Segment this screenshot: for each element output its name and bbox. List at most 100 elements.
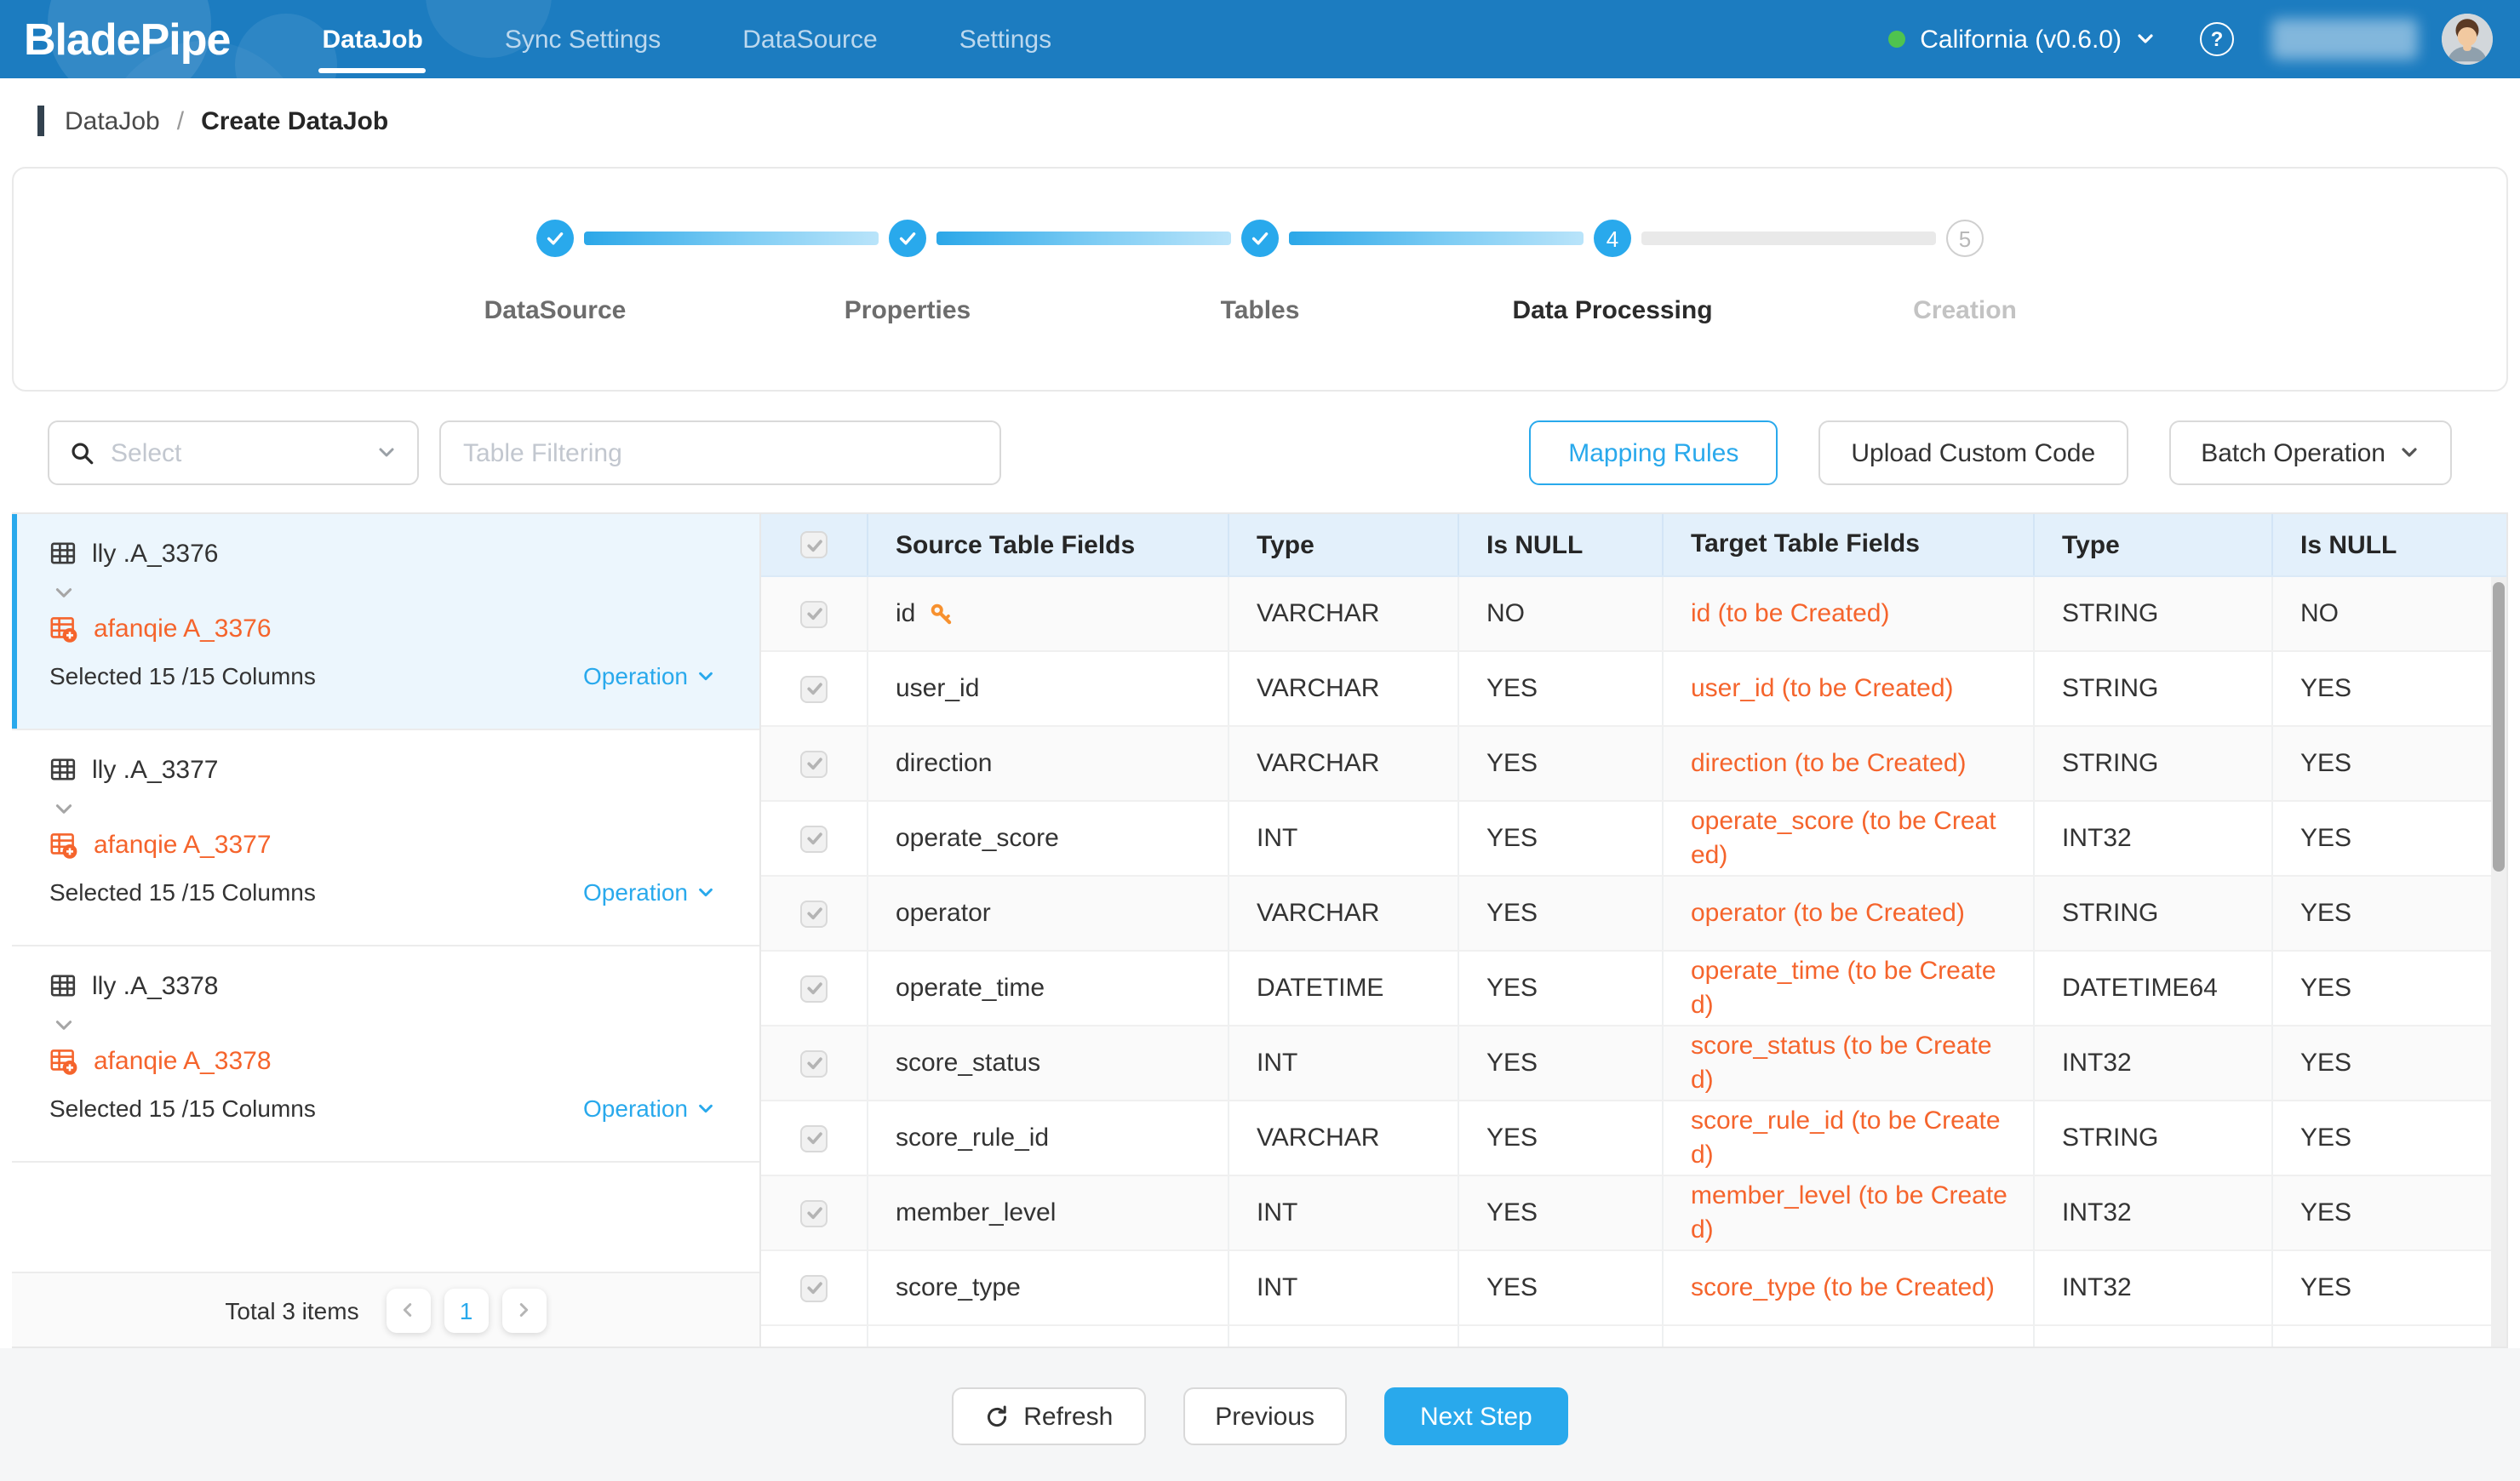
target-field-name: operate_time (to be Created): [1662, 952, 2033, 1025]
pagination: Total 3 items 1: [12, 1272, 759, 1347]
target-field-type: STRING: [2033, 652, 2271, 725]
row-checkbox[interactable]: [800, 1124, 828, 1152]
source-field-name: direction: [896, 749, 992, 778]
stepper-step: 4 Data Processing: [1436, 203, 1789, 359]
source-table-name: lly .A_3377: [92, 755, 218, 784]
row-checkbox[interactable]: [800, 675, 828, 702]
prev-page-button[interactable]: [387, 1288, 431, 1332]
search-icon: [70, 440, 95, 466]
clipped-row: [761, 1326, 2506, 1347]
nav-tab[interactable]: DataSource: [739, 0, 880, 78]
chevron-down-icon: [696, 1099, 715, 1118]
nav-tab[interactable]: DataJob: [318, 0, 426, 78]
nav-tab[interactable]: Sync Settings: [501, 0, 664, 78]
source-is-null: YES: [1458, 1251, 1662, 1324]
source-field-type: INT: [1228, 1026, 1458, 1100]
refresh-icon: [984, 1404, 1010, 1429]
source-field-name: score_status: [896, 1049, 1040, 1078]
stepper: DataSource Properties: [14, 203, 2506, 359]
source-is-null: YES: [1458, 1176, 1662, 1249]
target-field-type: STRING: [2033, 577, 2271, 650]
target-table-create-icon: [49, 1046, 78, 1075]
help-icon[interactable]: ?: [2200, 22, 2234, 56]
source-field-type: INT: [1228, 1251, 1458, 1324]
step-number: 4: [1606, 226, 1618, 251]
target-table-name: afanqie A_3378: [94, 1046, 272, 1075]
row-checkbox[interactable]: [800, 600, 828, 627]
operation-label: Operation: [583, 662, 688, 689]
row-checkbox[interactable]: [800, 975, 828, 1002]
stepper-card: DataSource Properties: [12, 167, 2508, 392]
source-field-name: operate_time: [896, 974, 1045, 1003]
mapping-panels: lly .A_3376 afanqie A_3376 Selected 15 /…: [12, 512, 2508, 1348]
step-circle: [889, 220, 926, 257]
region-version-label[interactable]: California (v0.6.0): [1920, 25, 2122, 54]
source-field-name: score_rule_id: [896, 1124, 1049, 1152]
table-list-item[interactable]: lly .A_3376 afanqie A_3376 Selected 15 /…: [12, 514, 759, 730]
target-is-null: YES: [2271, 727, 2506, 800]
upload-custom-code-button[interactable]: Upload Custom Code: [1818, 420, 2128, 485]
operation-link[interactable]: Operation: [583, 1095, 715, 1122]
target-field-type: INT32: [2033, 1251, 2271, 1324]
row-checkbox[interactable]: [800, 825, 828, 852]
header-checkbox[interactable]: [800, 531, 828, 558]
source-field-type: VARCHAR: [1228, 727, 1458, 800]
page-button-current[interactable]: 1: [444, 1288, 489, 1332]
table-list-item[interactable]: lly .A_3377 afanqie A_3377 Selected 15 /…: [12, 730, 759, 946]
header-is-null: Is NULL: [1458, 514, 1662, 575]
selected-columns-text: Selected 15 /15 Columns: [49, 878, 316, 906]
step-label: Data Processing: [1512, 296, 1712, 325]
expand-chevron-icon[interactable]: [53, 581, 75, 603]
target-field-name: member_level (to be Created): [1662, 1176, 2033, 1249]
batch-operation-button[interactable]: Batch Operation: [2168, 420, 2452, 485]
expand-chevron-icon[interactable]: [53, 798, 75, 820]
check-icon: [1250, 228, 1270, 249]
next-step-button[interactable]: Next Step: [1384, 1387, 1568, 1445]
operation-link[interactable]: Operation: [583, 662, 715, 689]
source-field-name: user_id: [896, 674, 979, 703]
chevron-down-icon: [696, 666, 715, 685]
table-list-item[interactable]: lly .A_3378 afanqie A_3378 Selected 15 /…: [12, 946, 759, 1163]
field-row: id VARCHAR NO id (to be Created) STRING …: [761, 577, 2506, 652]
row-checkbox[interactable]: [800, 900, 828, 927]
avatar[interactable]: [2442, 14, 2493, 65]
status-dot: [1887, 31, 1904, 48]
target-field-type: STRING: [2033, 727, 2271, 800]
table-scrollbar-thumb[interactable]: [2493, 582, 2505, 872]
source-is-null: YES: [1458, 652, 1662, 725]
previous-button[interactable]: Previous: [1183, 1387, 1347, 1445]
stepper-step: Tables: [1084, 203, 1436, 359]
source-field-type: DATETIME: [1228, 952, 1458, 1025]
target-field-type: INT32: [2033, 802, 2271, 875]
nav-tab-label: DataJob: [322, 25, 422, 54]
operation-link[interactable]: Operation: [583, 878, 715, 906]
breadcrumb-datajob[interactable]: DataJob: [65, 106, 160, 135]
table-filter-input[interactable]: [439, 420, 1001, 485]
source-field-name: id: [896, 599, 915, 628]
target-field-name: direction (to be Created): [1662, 727, 2033, 800]
source-field-type: VARCHAR: [1228, 652, 1458, 725]
chevron-down-icon[interactable]: [2135, 29, 2156, 49]
row-checkbox[interactable]: [800, 1274, 828, 1301]
row-checkbox[interactable]: [800, 1199, 828, 1227]
stepper-step: Properties: [731, 203, 1084, 359]
expand-chevron-icon[interactable]: [53, 1014, 75, 1036]
row-checkbox[interactable]: [800, 1049, 828, 1077]
nav-tab[interactable]: Settings: [956, 0, 1055, 78]
next-page-button[interactable]: [502, 1288, 547, 1332]
nav-tab-label: DataSource: [742, 25, 877, 54]
mapping-rules-button[interactable]: Mapping Rules: [1529, 420, 1778, 485]
source-is-null: YES: [1458, 727, 1662, 800]
target-is-null: YES: [2271, 877, 2506, 950]
target-field-name: id (to be Created): [1662, 577, 2033, 650]
source-is-null: YES: [1458, 952, 1662, 1025]
row-checkbox[interactable]: [800, 750, 828, 777]
logo[interactable]: BladePipe: [24, 13, 230, 66]
step-circle: 4: [1594, 220, 1631, 257]
table-scrollbar-track[interactable]: [2491, 577, 2506, 1347]
refresh-button[interactable]: Refresh: [952, 1387, 1145, 1445]
source-is-null: YES: [1458, 1026, 1662, 1100]
table-select-dropdown[interactable]: Select: [48, 420, 419, 485]
source-table-icon: [49, 972, 77, 999]
source-table-icon: [49, 540, 77, 567]
